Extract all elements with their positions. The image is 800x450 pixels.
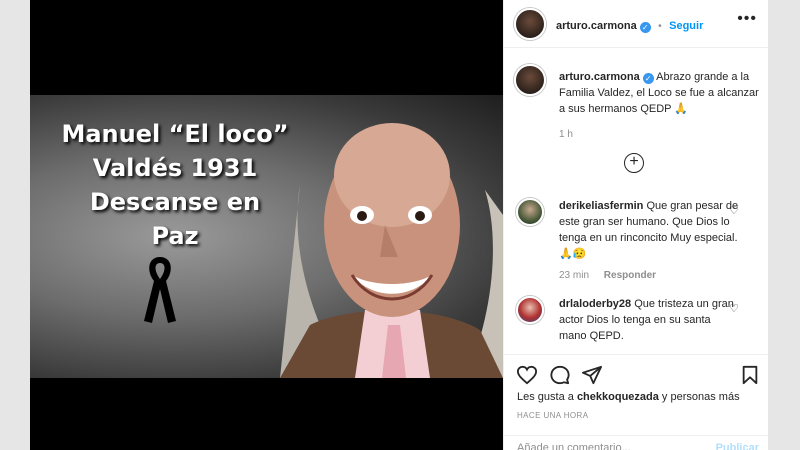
heart-icon[interactable] — [516, 365, 538, 385]
header-separator: • — [658, 21, 662, 32]
publish-button[interactable]: Publicar — [716, 442, 759, 450]
author-username[interactable]: arturo.carmona — [556, 20, 637, 32]
verified-badge-icon: ✓ — [639, 22, 651, 33]
follow-button[interactable]: Seguir — [669, 20, 703, 32]
background-right — [768, 0, 800, 450]
commenter-avatar[interactable] — [516, 296, 544, 324]
comment-like-icon[interactable]: ♡ — [729, 204, 739, 217]
comment-like-icon[interactable]: ♡ — [729, 302, 739, 315]
bookmark-icon[interactable] — [741, 365, 759, 385]
poster-line-3: Descanse en — [89, 188, 261, 216]
portrait-figure — [280, 123, 503, 378]
poster-line-2: Valdés 1931 — [92, 154, 258, 182]
post-media[interactable]: Manuel “El loco” Valdés 1931 Descanse en… — [30, 0, 503, 450]
comment-body: drlaloderby28 Que tristeza un gran actor… — [559, 296, 739, 344]
post-timestamp[interactable]: HACE UNA HORA — [517, 411, 588, 420]
caption-text-block: arturo.carmona ✓ Abrazo grande a la Famil… — [559, 69, 759, 143]
post-image: Manuel “El loco” Valdés 1931 Descanse en… — [30, 95, 503, 378]
comment-time[interactable]: 23 min — [559, 270, 589, 281]
poster-line-4: Paz — [151, 222, 199, 250]
comment-username[interactable]: drlaloderby28 — [559, 298, 631, 310]
comment-input[interactable]: Añade un comentario... — [517, 442, 631, 450]
likes-summary: Les gusta a chekkoquezada y personas más — [517, 391, 740, 403]
poster-text: Manuel “El loco” Valdés 1931 Descanse en… — [30, 117, 320, 253]
likes-user[interactable]: chekkoquezada — [577, 391, 659, 403]
likes-suffix[interactable]: y personas más — [662, 391, 740, 403]
author-avatar[interactable] — [514, 8, 546, 40]
caption-username[interactable]: arturo.carmona — [559, 71, 640, 83]
commenter-avatar[interactable] — [516, 198, 544, 226]
post-side-panel: arturo.carmona ✓ • Seguir ••• arturo.carm… — [503, 0, 769, 450]
comment-icon[interactable] — [549, 365, 571, 385]
mourning-ribbon-icon — [144, 257, 176, 323]
header-user-line: arturo.carmona ✓ • Seguir — [556, 16, 703, 34]
caption-avatar[interactable] — [514, 64, 546, 96]
comment-body: derikeliasfermin Que gran pesar de este … — [559, 198, 739, 284]
comment-meta: 23 min Responder — [559, 268, 739, 284]
comment-username[interactable]: derikeliasfermin — [559, 200, 643, 212]
plus-circle-icon[interactable]: + — [624, 153, 644, 173]
poster-line-1: Manuel “El loco” — [61, 120, 289, 148]
post-header: arturo.carmona ✓ • Seguir ••• — [504, 0, 769, 48]
add-comment-bar: Añade un comentario... Publicar — [504, 435, 769, 450]
more-options-icon[interactable]: ••• — [737, 10, 757, 28]
background-left — [0, 0, 30, 450]
caption-verified-icon: ✓ — [642, 73, 654, 84]
reply-button[interactable]: Responder — [604, 270, 656, 281]
likes-prefix: Les gusta a — [517, 391, 574, 403]
share-icon[interactable] — [581, 365, 603, 385]
caption-time[interactable]: 1 h — [559, 127, 759, 143]
